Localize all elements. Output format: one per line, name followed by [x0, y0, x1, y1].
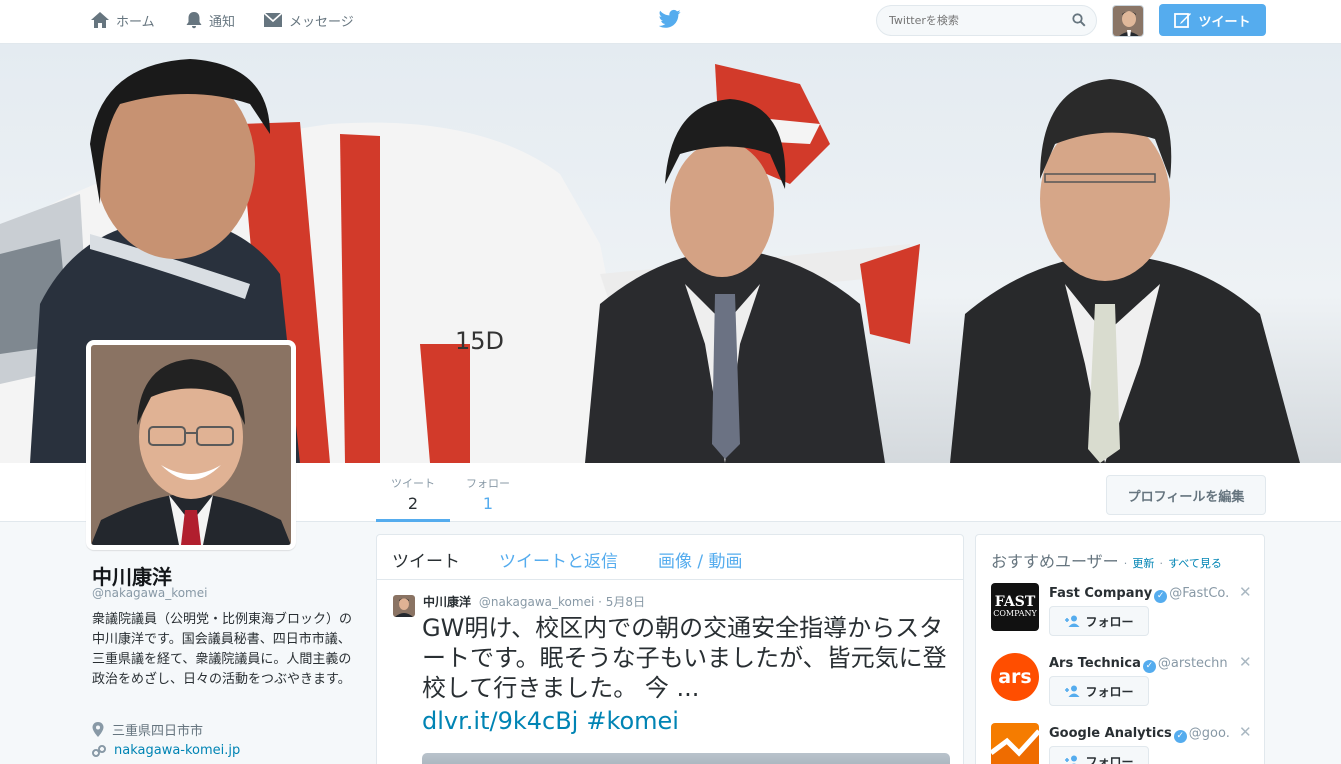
link-icon — [92, 744, 106, 757]
verified-badge-icon: ✓ — [1173, 730, 1187, 743]
tweet-date[interactable]: 5月8日 — [606, 595, 645, 609]
edit-profile-button[interactable]: プロフィールを編集 — [1106, 475, 1266, 515]
search-box[interactable] — [876, 5, 1097, 36]
compose-tweet-label: ツイート — [1198, 14, 1251, 30]
recommended-user-name[interactable]: Fast Company — [1049, 586, 1152, 601]
tweet-media-preview[interactable] — [422, 753, 950, 764]
tweet-author-handle[interactable]: @nakagawa_komei — [479, 595, 594, 609]
recommended-user-name[interactable]: Google Analytics — [1049, 726, 1172, 741]
follow-person-icon — [1065, 615, 1080, 627]
svg-text:15D: 15D — [455, 327, 504, 355]
header-separator-1: · — [1123, 557, 1128, 570]
fast-company-logo-line2: COMPANY — [993, 609, 1037, 618]
tweet-item[interactable]: 中川康洋 @nakagawa_komei · 5月8日 GW明け、校区内での朝の… — [377, 581, 963, 764]
recommended-user: ars Ars Technica✓@arstechn... フォロー ✕ — [991, 653, 1252, 715]
google-analytics-avatar[interactable] — [991, 723, 1039, 764]
tweet-links: dlvr.it/9k4cBj #komei — [422, 707, 687, 735]
top-navigation-bar: ホーム 通知 メッセージ ツイート — [0, 0, 1341, 44]
nav-home-label: ホーム — [116, 14, 155, 30]
compose-tweet-button[interactable]: ツイート — [1159, 4, 1266, 36]
nav-notifications-label: 通知 — [209, 14, 236, 30]
nav-messages-label: メッセージ — [289, 14, 354, 30]
follow-button[interactable]: フォロー — [1049, 746, 1149, 764]
profile-handle[interactable]: @nakagawa_komei — [92, 586, 207, 600]
tweet-text: GW明け、校区内での朝の交通安全指導からスタートです。眠そうな子もいましたが、皆… — [422, 614, 947, 702]
who-to-follow-panel: おすすめユーザー · 更新 · すべて見る FAST COMPANY Fast … — [975, 534, 1265, 764]
recommended-user: FAST COMPANY Fast Company✓@FastCo... フォロ… — [991, 583, 1252, 645]
fast-company-avatar[interactable]: FAST COMPANY — [991, 583, 1039, 631]
home-icon — [91, 12, 109, 28]
profile-url[interactable]: nakagawa-komei.jp — [92, 743, 240, 758]
stat-following-label: フォロー — [466, 477, 510, 490]
bell-icon — [186, 12, 202, 29]
recommended-user-handle[interactable]: @goo... — [1189, 726, 1229, 741]
who-to-follow-header: おすすめユーザー · 更新 · すべて見る — [991, 548, 1222, 572]
nav-messages[interactable]: メッセージ — [263, 0, 354, 40]
profile-bio: 衆議院議員（公明党・比例東海ブロック）の中川康洋です。国会議員秘書、四日市市議、… — [92, 612, 353, 687]
header-separator-2: · — [1159, 557, 1163, 570]
recommended-user-handle[interactable]: @arstechn... — [1158, 656, 1229, 671]
tab-media[interactable]: 画像 / 動画 — [658, 547, 743, 572]
profile-avatar[interactable] — [86, 340, 296, 550]
profile-location: 三重県四日市市 — [92, 720, 203, 739]
recommended-user-handle[interactable]: @FastCo... — [1169, 586, 1229, 601]
twitter-bird-icon[interactable] — [658, 9, 681, 33]
recommended-user-name-row[interactable]: Fast Company✓@FastCo... — [1049, 586, 1229, 603]
who-to-follow-title: おすすめユーザー — [991, 552, 1119, 571]
timeline-tabs: ツイート ツイートと返信 画像 / 動画 — [377, 535, 963, 580]
ars-technica-avatar[interactable]: ars — [991, 653, 1039, 701]
tweet-author-avatar[interactable] — [393, 595, 415, 617]
follow-button-label: フォロー — [1085, 684, 1134, 699]
recommended-user-name-row[interactable]: Google Analytics✓@goo... — [1049, 726, 1229, 743]
tweet-hashtag[interactable]: #komei — [586, 707, 679, 735]
recommended-user-name[interactable]: Ars Technica — [1049, 656, 1141, 671]
tweet-author-name[interactable]: 中川康洋 — [423, 595, 471, 609]
follow-button-label: フォロー — [1085, 754, 1134, 764]
fast-company-logo-line1: FAST — [994, 594, 1036, 610]
stat-tweets[interactable]: ツイート 2 — [376, 475, 450, 522]
search-input[interactable] — [889, 14, 1059, 27]
account-avatar[interactable] — [1112, 5, 1144, 37]
refresh-link[interactable]: 更新 — [1132, 557, 1154, 570]
recommended-user: Google Analytics✓@goo... フォロー ✕ — [991, 723, 1252, 764]
tweet-link[interactable]: dlvr.it/9k4cBj — [422, 707, 578, 735]
follow-button-label: フォロー — [1085, 614, 1134, 629]
tweet-separator: · — [598, 595, 602, 609]
dismiss-close-icon[interactable]: ✕ — [1239, 653, 1252, 671]
stat-following-count: 1 — [482, 494, 494, 513]
follow-button[interactable]: フォロー — [1049, 676, 1149, 706]
tweet-header: 中川康洋 @nakagawa_komei · 5月8日 — [423, 593, 645, 610]
search-icon[interactable] — [1072, 13, 1086, 27]
stat-tweets-count: 2 — [407, 494, 419, 513]
follow-person-icon — [1065, 685, 1080, 697]
follow-button[interactable]: フォロー — [1049, 606, 1149, 636]
compose-icon — [1174, 13, 1192, 28]
verified-badge-icon: ✓ — [1154, 590, 1168, 603]
location-pin-icon — [92, 722, 104, 737]
nav-home[interactable]: ホーム — [90, 0, 155, 40]
dismiss-close-icon[interactable]: ✕ — [1239, 583, 1252, 601]
dismiss-close-icon[interactable]: ✕ — [1239, 723, 1252, 741]
stat-tweets-label: ツイート — [391, 477, 435, 490]
follow-person-icon — [1065, 755, 1078, 764]
recommended-user-name-row[interactable]: Ars Technica✓@arstechn... — [1049, 656, 1229, 673]
ars-technica-logo-text: ars — [998, 666, 1032, 688]
timeline-panel: ツイート ツイートと返信 画像 / 動画 中川康洋 @nakagawa_kome… — [376, 534, 964, 764]
verified-badge-icon: ✓ — [1142, 660, 1156, 673]
profile-url-text[interactable]: nakagawa-komei.jp — [114, 743, 240, 758]
tab-tweets[interactable]: ツイート — [392, 547, 460, 572]
tab-tweets-and-replies[interactable]: ツイートと返信 — [499, 547, 618, 572]
profile-location-text: 三重県四日市市 — [112, 724, 204, 739]
envelope-icon — [263, 12, 283, 27]
view-all-link[interactable]: すべて見る — [1168, 557, 1222, 570]
analytics-logo-icon — [991, 723, 1039, 764]
stat-following[interactable]: フォロー 1 — [452, 475, 524, 522]
nav-notifications[interactable]: 通知 — [185, 0, 235, 40]
